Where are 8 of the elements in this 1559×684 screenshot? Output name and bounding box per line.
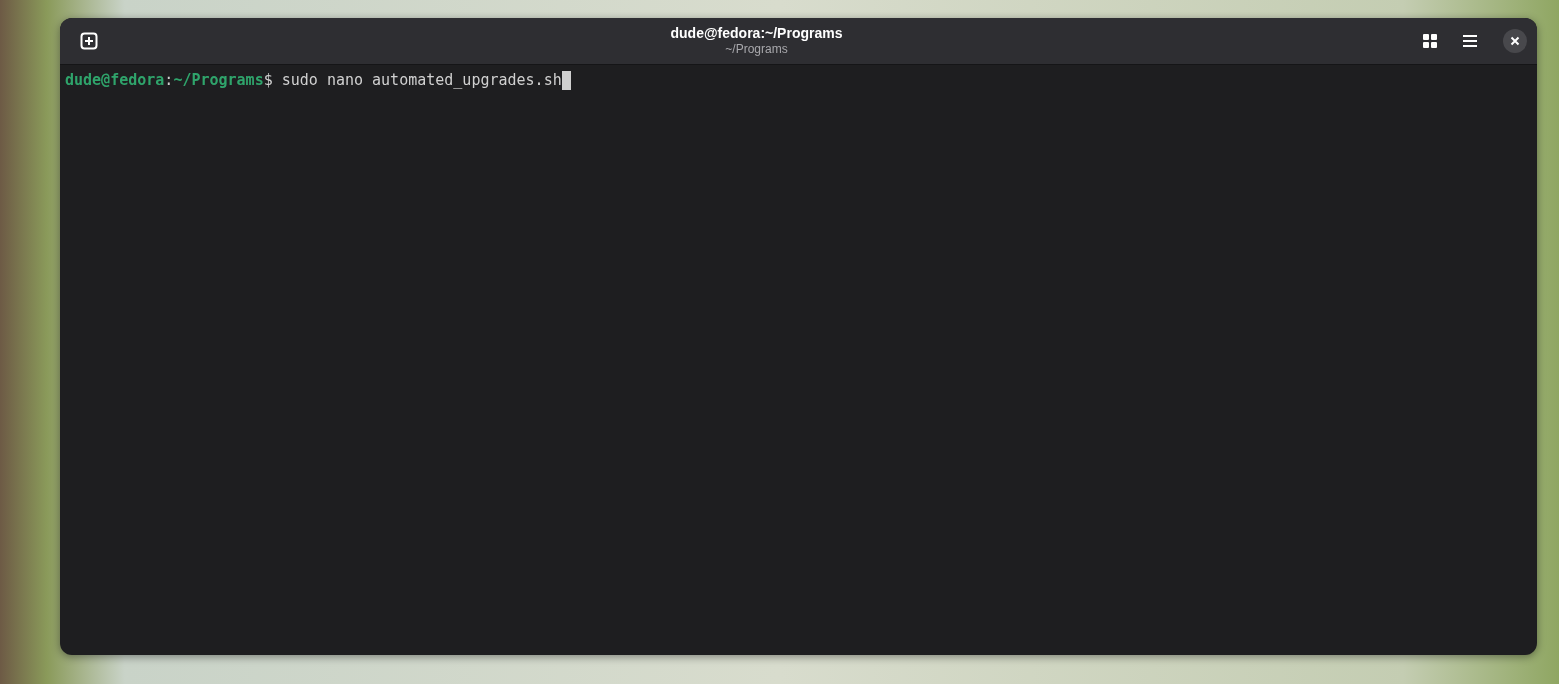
close-button[interactable]	[1503, 29, 1527, 53]
menu-icon	[1463, 35, 1477, 47]
window-title: dude@fedora:~/Programs	[670, 25, 843, 42]
terminal-line: dude@fedora:~/Programs$ sudo nano automated_upgrades.sh	[65, 71, 562, 90]
close-icon	[1510, 36, 1520, 46]
plus-square-icon	[80, 32, 98, 50]
window-subtitle: ~/Programs	[725, 42, 788, 57]
grid-icon	[1423, 34, 1437, 48]
